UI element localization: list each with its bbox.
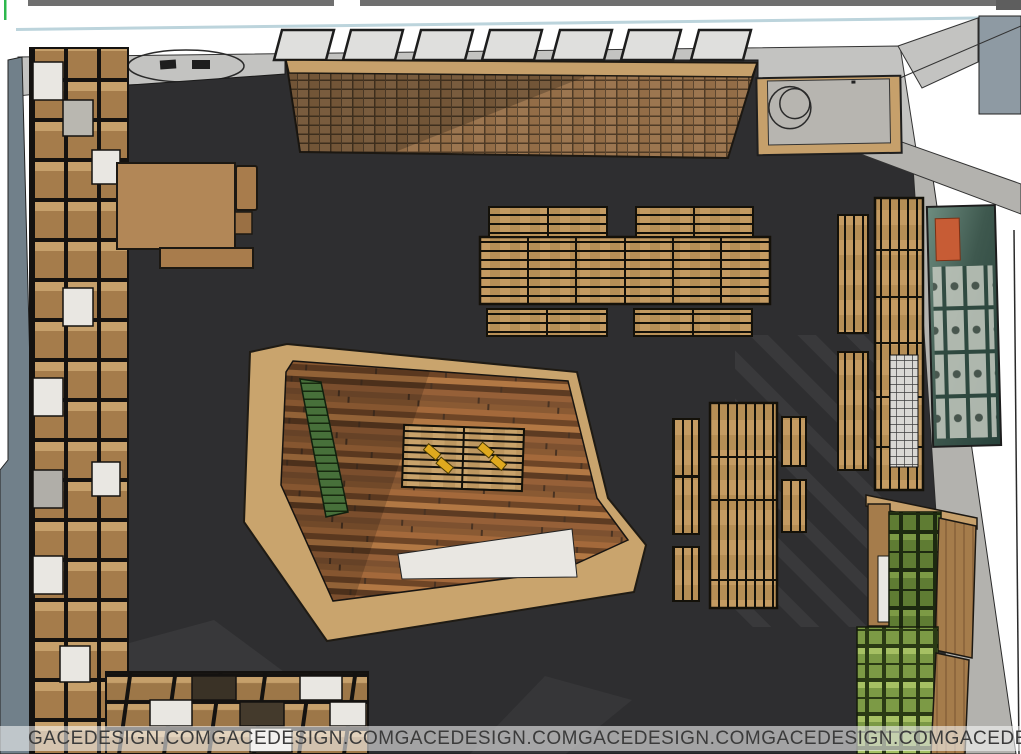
left-cube-shelving bbox=[30, 48, 128, 754]
slat-bench bbox=[782, 480, 806, 532]
mesh-baskets bbox=[890, 355, 918, 467]
large-slat-table-vertical bbox=[710, 403, 777, 608]
watermark-text: GACEDESIGN.COM bbox=[395, 728, 578, 750]
slat-bench bbox=[782, 417, 806, 466]
poster-orange-block bbox=[935, 218, 960, 261]
watermark-text: GACEDESIGN.COM bbox=[211, 728, 394, 750]
poster-image-grid bbox=[932, 265, 996, 439]
hvac-unit bbox=[756, 76, 901, 156]
wall-poster bbox=[927, 205, 1001, 447]
watermark-text: GACEDESIGN.COM bbox=[945, 728, 1021, 750]
desk-chair bbox=[236, 166, 257, 210]
interior-render bbox=[0, 0, 1021, 754]
top-facade-bar bbox=[28, 0, 1021, 10]
axis-line bbox=[4, 0, 7, 20]
render-canvas: GACEDESIGN.COM GACEDESIGN.COM GACEDESIGN… bbox=[0, 0, 1021, 754]
watermark-text: GACEDESIGN.COM bbox=[28, 728, 211, 750]
slat-bench bbox=[673, 547, 699, 601]
slat-bench bbox=[673, 477, 699, 534]
watermark-text: GACEDESIGN.COM bbox=[578, 728, 761, 750]
watermark-band: GACEDESIGN.COM GACEDESIGN.COM GACEDESIGN… bbox=[0, 726, 1021, 751]
watermark-text: GACEDESIGN.COM bbox=[761, 728, 944, 750]
tall-slat-shelf bbox=[875, 198, 923, 490]
platform-slat-table bbox=[402, 425, 524, 491]
slat-bench bbox=[673, 419, 699, 476]
slatted-feature-wall bbox=[286, 60, 757, 158]
right-wall-seam bbox=[1014, 230, 1019, 754]
